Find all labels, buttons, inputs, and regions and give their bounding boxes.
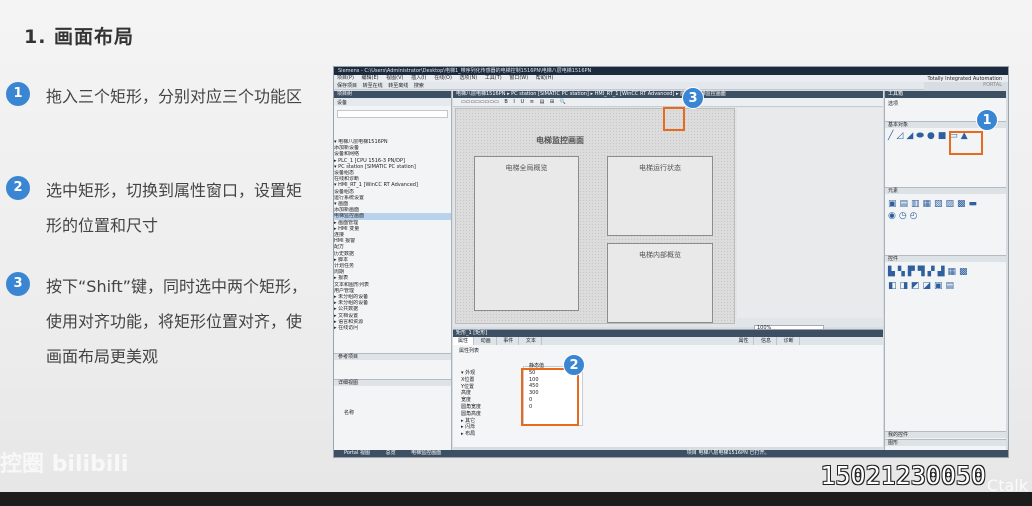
controls-icons-2[interactable]: ◧◨◩◪▣▤: [888, 281, 957, 291]
menu-view[interactable]: 视图(V): [386, 75, 403, 81]
tab-texts[interactable]: 文本: [521, 337, 542, 345]
my-controls-header[interactable]: 我的控件: [885, 431, 1006, 438]
highlight-position-fields: [521, 368, 579, 426]
status-message: 项目 电梯八层电梯1516PN 已打开。: [686, 450, 770, 456]
callout-badge-2: 2: [563, 354, 585, 376]
step-number: 1: [6, 82, 30, 106]
highlight-align-tool: [663, 107, 685, 131]
menu-online[interactable]: 在线(O): [434, 75, 452, 81]
reference-projects-header[interactable]: 参考项目: [334, 353, 451, 360]
go-offline-button[interactable]: 转至离线: [388, 83, 408, 89]
step-text: 选中矩形，切换到属性窗口，设置矩形的位置和尺寸: [46, 181, 303, 235]
step-text: 按下“Shift”键，同时选中两个矩形，使用对齐功能，将矩形位置对齐，使画面布局…: [46, 277, 307, 366]
attribute-rows: ▾ 外观 X位置 Y位置 高度 宽度 圆角宽度 圆角高度 ▸ 其它 ▸ 闪烁 ▸…: [461, 370, 481, 438]
inspector-window: 矩形_1 [矩形] 属性 动画 事件 文本 属性 信息 诊断 属性列表 ▾ 外观…: [453, 329, 883, 447]
tree-list: ▾ 电梯八层电梯1516PN 添加新设备 设备和网络 ▸ PLC_1 [CPU …: [334, 139, 451, 331]
step-text: 拖入三个矩形，分别对应三个功能区: [46, 87, 303, 106]
tab-properties[interactable]: 属性: [453, 337, 475, 345]
device-tab[interactable]: 设备: [334, 98, 451, 106]
callout-badge-1: 1: [976, 109, 998, 131]
brand-logo: Ctalk: [987, 476, 1028, 495]
menu-bar: 项目(P) 编辑(E) 视图(V) 插入(I) 在线(O) 选项(N) 工具(T…: [334, 75, 1008, 82]
elements-icons-2[interactable]: ◉◷◴: [888, 211, 921, 221]
menu-edit[interactable]: 编辑(E): [362, 75, 379, 81]
tab-diagnostics[interactable]: 诊断: [779, 337, 800, 345]
details-view-header[interactable]: 详细视图: [334, 379, 451, 386]
attr-row[interactable]: ▸ 布局: [461, 431, 481, 438]
tia-brand: Totally Integrated Automation PORTAL: [927, 76, 1002, 88]
underline-icon[interactable]: U: [521, 99, 525, 105]
attribute-list-label[interactable]: 属性列表: [453, 345, 883, 356]
rect-global-overview[interactable]: 电梯全局概览: [474, 156, 579, 311]
align-objects-icon[interactable]: ▤: [540, 99, 545, 105]
overview-button[interactable]: 总览: [386, 450, 396, 456]
portal-view-button[interactable]: Portal 视图: [344, 450, 370, 456]
step-number: 2: [6, 176, 30, 200]
rect-running-state[interactable]: 电梯运行状态: [607, 156, 713, 236]
tab-info[interactable]: 信息: [756, 337, 778, 345]
attr-row[interactable]: ▾ 外观: [461, 370, 481, 377]
toolbox-title: 工具箱: [885, 91, 1006, 98]
elements-header[interactable]: 元素: [885, 187, 1006, 194]
font-box[interactable]: ▭▭▭▭▭▭▭▭: [461, 99, 499, 105]
bold-icon[interactable]: B: [504, 99, 507, 105]
options-label: 选项: [888, 101, 899, 107]
menu-insert[interactable]: 插入(I): [411, 75, 426, 81]
attr-row[interactable]: 宽度: [461, 397, 481, 404]
highlight-rectangle-tool: [949, 131, 983, 155]
bottom-bar: [0, 492, 1032, 506]
editor-breadcrumb: 电梯八层电梯1516PN ▸ PC station [SIMATIC PC st…: [453, 91, 883, 98]
tab-events[interactable]: 事件: [498, 337, 520, 345]
attr-row[interactable]: 圆角宽度: [461, 404, 481, 411]
tab-props-right[interactable]: 属性: [733, 337, 755, 345]
elements-icons[interactable]: ▣▤▥▦▧▨▩▬: [888, 199, 980, 209]
callout-badge-3: 3: [682, 87, 704, 109]
tree-filter-input[interactable]: [337, 110, 448, 118]
zoom-icon[interactable]: 🔍: [560, 99, 566, 105]
editor-toolbar: ▭▭▭▭▭▭▭▭ B I U ≡ ▤ ⊞ 🔍: [453, 98, 883, 107]
menu-help[interactable]: 帮助(H): [536, 75, 554, 81]
italic-icon[interactable]: I: [513, 99, 514, 105]
menu-project[interactable]: 项目(P): [337, 75, 354, 81]
controls-header[interactable]: 控件: [885, 255, 1006, 262]
name-column-header: 名称: [344, 410, 355, 416]
graphics-header[interactable]: 图形: [885, 439, 1006, 446]
status-bar: Portal 视图 总览 电梯监控画面 项目 电梯八层电梯1516PN 已打开。: [334, 450, 1008, 457]
editor-empty-area: [737, 108, 883, 318]
rect-inside-overview[interactable]: 电梯内部概览: [607, 243, 713, 323]
main-toolbar: 保存项目 转至在线 转至离线 搜索: [334, 82, 924, 90]
hmi-screen-canvas[interactable]: 电梯监控画面 电梯全局概览 电梯运行状态 电梯内部概览: [455, 108, 735, 324]
tab-animation[interactable]: 动画: [476, 337, 497, 345]
project-tree: 项目树 设备 ▾ 电梯八层电梯1516PN 添加新设备 设备和网络 ▸ PLC_…: [334, 91, 452, 453]
attr-row[interactable]: 圆角高度: [461, 411, 481, 418]
search-button[interactable]: 搜索: [414, 83, 424, 89]
project-tree-title: 项目树: [334, 91, 451, 98]
controls-icons[interactable]: ▙▚▛▜▞▟▦▩: [888, 267, 971, 277]
menu-options[interactable]: 选项(N): [460, 75, 478, 81]
toolbox-pane: 工具箱 选项 基本对象 ╱◿◢⬬●■▭▲ 元素 ▣▤▥▦▧▨▩▬ ◉◷◴ 控件 …: [884, 91, 1006, 453]
inspector-title: 矩形_1 [矩形]: [453, 330, 883, 337]
attr-row[interactable]: X位置: [461, 377, 481, 384]
menu-tools[interactable]: 工具(T): [485, 75, 502, 81]
inspector-tabs: 属性 动画 事件 文本 属性 信息 诊断: [453, 337, 883, 345]
canvas-title: 电梯监控画面: [536, 136, 584, 145]
open-editor-tab[interactable]: 电梯监控画面: [411, 450, 441, 456]
watermark: 控圈 bilibili: [0, 452, 129, 477]
brand-line2: PORTAL: [983, 82, 1002, 88]
phone-number: 15021230050: [820, 461, 986, 490]
window-title: Siemens - C:\Users\Administrator\Desktop…: [334, 67, 1008, 75]
tree-item[interactable]: ▸ 在线访问: [334, 325, 451, 331]
go-online-button[interactable]: 转至在线: [363, 83, 383, 89]
save-project-button[interactable]: 保存项目: [337, 83, 357, 89]
distribute-icon[interactable]: ⊞: [550, 99, 554, 105]
step-number: 3: [6, 272, 30, 296]
align-icon[interactable]: ≡: [530, 99, 534, 105]
menu-window[interactable]: 窗口(W): [509, 75, 528, 81]
tia-portal-screenshot: Siemens - C:\Users\Administrator\Desktop…: [333, 66, 1009, 458]
slide-title: 1. 画面布局: [24, 26, 135, 48]
